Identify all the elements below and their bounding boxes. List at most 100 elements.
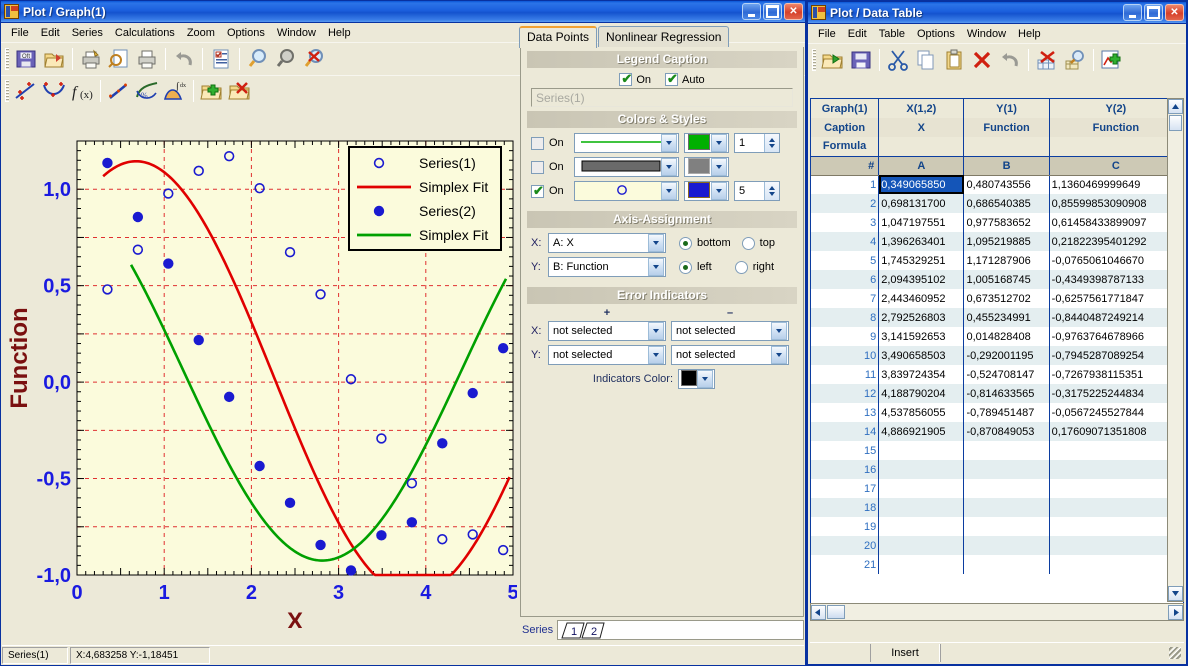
- column-header-c[interactable]: C: [1049, 156, 1182, 175]
- cell-A20[interactable]: [879, 536, 964, 555]
- cell-B4[interactable]: 1,095219885: [964, 232, 1049, 251]
- toolbar-grip[interactable]: [5, 80, 9, 102]
- column-header-a[interactable]: A: [879, 156, 964, 175]
- row-number[interactable]: 19: [811, 517, 879, 536]
- zoom-reset-icon[interactable]: [300, 46, 328, 73]
- menu-window[interactable]: Window: [271, 26, 322, 40]
- undo-icon[interactable]: [996, 47, 1024, 74]
- tab-nonlinear-regression[interactable]: Nonlinear Regression: [598, 26, 729, 48]
- cell-A3[interactable]: 1,047197551: [879, 213, 964, 232]
- toolbar-grip[interactable]: [812, 49, 816, 71]
- table-row[interactable]: 134,537856055-0,789451487-0,056724552784…: [811, 403, 1183, 422]
- cell-A15[interactable]: [879, 441, 964, 460]
- table-row[interactable]: 16: [811, 460, 1183, 479]
- menu-edit[interactable]: Edit: [35, 26, 66, 40]
- table-row[interactable]: 82,7925268030,455234991-0,8440487249214: [811, 308, 1183, 327]
- row-number[interactable]: 6: [811, 270, 879, 289]
- chevron-down-icon[interactable]: [661, 134, 677, 152]
- menu-options[interactable]: Options: [911, 27, 961, 41]
- table-row[interactable]: 103,490658503-0,292001195-0,794528708925…: [811, 346, 1183, 365]
- cell-C6[interactable]: -0,4349398787133: [1049, 270, 1182, 289]
- bar-color-combo[interactable]: [684, 157, 729, 177]
- error-y-minus-combo[interactable]: not selected: [671, 345, 789, 365]
- chevron-down-icon[interactable]: [711, 158, 727, 176]
- axis-y-left-radio[interactable]: [679, 261, 692, 274]
- cell-C13[interactable]: -0,0567245527844: [1049, 403, 1182, 422]
- menu-file[interactable]: File: [812, 27, 842, 41]
- cell-B16[interactable]: [964, 460, 1049, 479]
- linear-fit-icon[interactable]: [105, 78, 133, 105]
- cell-A7[interactable]: 2,443460952: [879, 289, 964, 308]
- paste-icon[interactable]: [940, 47, 968, 74]
- cell-B7[interactable]: 0,673512702: [964, 289, 1049, 308]
- menu-calculations[interactable]: Calculations: [109, 26, 181, 40]
- legend-caption-input[interactable]: Series(1): [531, 88, 793, 107]
- menu-file[interactable]: File: [5, 26, 35, 40]
- marker-style-combo[interactable]: [574, 181, 679, 201]
- cell-A13[interactable]: 4,537856055: [879, 403, 964, 422]
- close-button[interactable]: ✕: [1165, 4, 1184, 21]
- scroll-down-button[interactable]: [1168, 586, 1183, 601]
- row-number[interactable]: 16: [811, 460, 879, 479]
- cell-A12[interactable]: 4,188790204: [879, 384, 964, 403]
- chevron-down-icon[interactable]: [648, 234, 664, 252]
- cell-B5[interactable]: 1,171287906: [964, 251, 1049, 270]
- chart-svg[interactable]: -1,0-0,50,00,51,0012345XFunctionSeries(1…: [5, 123, 517, 628]
- curve-points-icon[interactable]: [40, 78, 68, 105]
- close-button[interactable]: ✕: [784, 3, 803, 20]
- delete-icon[interactable]: [968, 47, 996, 74]
- row-number[interactable]: 1: [811, 175, 879, 194]
- derivative-icon[interactable]: %: [133, 78, 161, 105]
- row-number[interactable]: 9: [811, 327, 879, 346]
- marker-on-checkbox[interactable]: [531, 185, 544, 198]
- delete-series-icon[interactable]: [226, 78, 254, 105]
- axis-y-combo[interactable]: B: Function: [548, 257, 666, 277]
- marker-size-spinner[interactable]: 5: [734, 181, 780, 201]
- row-number[interactable]: 11: [811, 365, 879, 384]
- table-row[interactable]: 18: [811, 498, 1183, 517]
- scroll-left-button[interactable]: [811, 605, 826, 620]
- table-row[interactable]: 41,3962634011,0952198850,21822395401292: [811, 232, 1183, 251]
- cell-C20[interactable]: [1049, 536, 1182, 555]
- open-icon[interactable]: [819, 47, 847, 74]
- row-number[interactable]: 17: [811, 479, 879, 498]
- row-number[interactable]: 15: [811, 441, 879, 460]
- undo-icon[interactable]: [170, 46, 198, 73]
- cell-B11[interactable]: -0,524708147: [964, 365, 1049, 384]
- chevron-down-icon[interactable]: [648, 258, 664, 276]
- cell-C18[interactable]: [1049, 498, 1182, 517]
- cell-C4[interactable]: 0,21822395401292: [1049, 232, 1182, 251]
- chevron-down-icon[interactable]: [661, 158, 677, 176]
- open-icon[interactable]: [40, 46, 68, 73]
- chevron-down-icon[interactable]: [711, 182, 727, 200]
- table-row[interactable]: 15: [811, 441, 1183, 460]
- chevron-down-icon[interactable]: [648, 346, 664, 364]
- print-icon[interactable]: [133, 46, 161, 73]
- row-number[interactable]: 4: [811, 232, 879, 251]
- hscroll-thumb[interactable]: [827, 605, 845, 619]
- scatter-fit-icon[interactable]: [12, 78, 40, 105]
- cell-A1[interactable]: 0,349065850: [879, 175, 964, 194]
- axis-x-combo[interactable]: A: X: [548, 233, 666, 253]
- chevron-down-icon[interactable]: [661, 182, 677, 200]
- row-number[interactable]: 2: [811, 194, 879, 213]
- cell-B6[interactable]: 1,005168745: [964, 270, 1049, 289]
- chevron-down-icon[interactable]: [771, 322, 787, 340]
- cell-A9[interactable]: 3,141592653: [879, 327, 964, 346]
- cell-C1[interactable]: 1,1360469999649: [1049, 175, 1182, 194]
- cell-C15[interactable]: [1049, 441, 1182, 460]
- table-row[interactable]: 17: [811, 479, 1183, 498]
- cell-B9[interactable]: 0,014828408: [964, 327, 1049, 346]
- table-row[interactable]: 93,1415926530,014828408-0,9763764678966: [811, 327, 1183, 346]
- line-color-combo[interactable]: [684, 133, 729, 153]
- series-tab-shapes[interactable]: 1 2: [560, 621, 618, 639]
- row-number[interactable]: 18: [811, 498, 879, 517]
- cell-B14[interactable]: -0,870849053: [964, 422, 1049, 441]
- row-number[interactable]: 14: [811, 422, 879, 441]
- table-vertical-scrollbar[interactable]: [1167, 98, 1184, 602]
- table-row[interactable]: 20,6981317000,6865403850,85599853090908: [811, 194, 1183, 213]
- copy-icon[interactable]: [912, 47, 940, 74]
- zoom-in-icon[interactable]: [244, 46, 272, 73]
- save-icon[interactable]: [847, 47, 875, 74]
- marker-color-combo[interactable]: [684, 181, 729, 201]
